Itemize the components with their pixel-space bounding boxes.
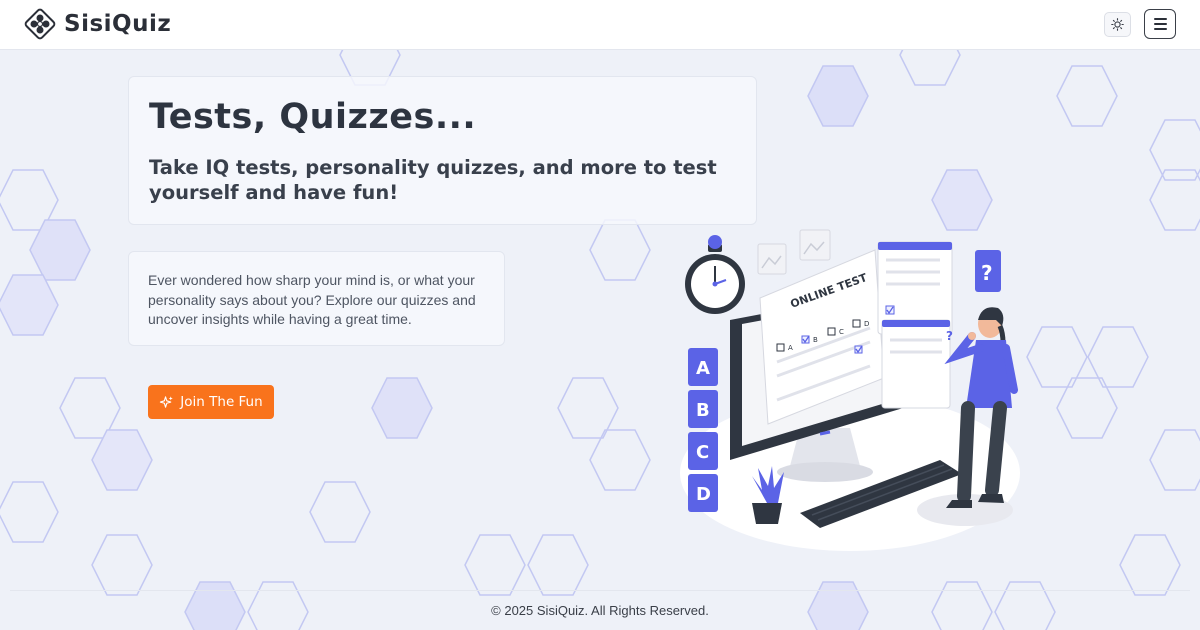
online-test-illustration: ONLINE TEST A B C D ? A B C D ? <box>680 229 1020 551</box>
hero-title: Tests, Quizzes... <box>149 97 477 137</box>
svg-text:C: C <box>696 442 709 463</box>
footer-divider <box>10 590 1190 591</box>
theme-toggle-button[interactable] <box>1104 12 1131 37</box>
footer-copyright: © 2025 SisiQuiz. All Rights Reserved. <box>491 603 709 618</box>
join-the-fun-button[interactable]: Join The Fun <box>148 385 274 419</box>
circles-logo-icon <box>24 8 56 40</box>
svg-text:?: ? <box>946 329 953 343</box>
hero-card: Tests, Quizzes... Take IQ tests, persona… <box>128 76 757 225</box>
sparkle-icon <box>160 395 174 408</box>
join-the-fun-label: Join The Fun <box>180 394 263 410</box>
svg-text:B: B <box>696 400 710 421</box>
brand-home-link[interactable]: SisiQuiz <box>24 8 171 40</box>
intro-text: Ever wondered how sharp your mind is, or… <box>148 272 476 327</box>
svg-text:C: C <box>839 328 844 336</box>
svg-text:D: D <box>696 484 711 505</box>
stopwatch-icon <box>685 235 745 314</box>
svg-text:?: ? <box>981 261 993 285</box>
navbar: SisiQuiz <box>0 0 1200 50</box>
svg-text:D: D <box>864 320 869 328</box>
hamburger-menu-button[interactable] <box>1144 9 1176 39</box>
svg-text:B: B <box>813 336 818 344</box>
svg-text:A: A <box>788 344 793 352</box>
svg-text:A: A <box>696 358 710 379</box>
hamburger-menu-icon <box>1153 18 1167 20</box>
intro-card: Ever wondered how sharp your mind is, or… <box>128 251 505 346</box>
sun-icon <box>1111 18 1124 31</box>
hero-subtitle: Take IQ tests, personality quizzes, and … <box>149 156 717 204</box>
brand-name: SisiQuiz <box>64 11 172 37</box>
